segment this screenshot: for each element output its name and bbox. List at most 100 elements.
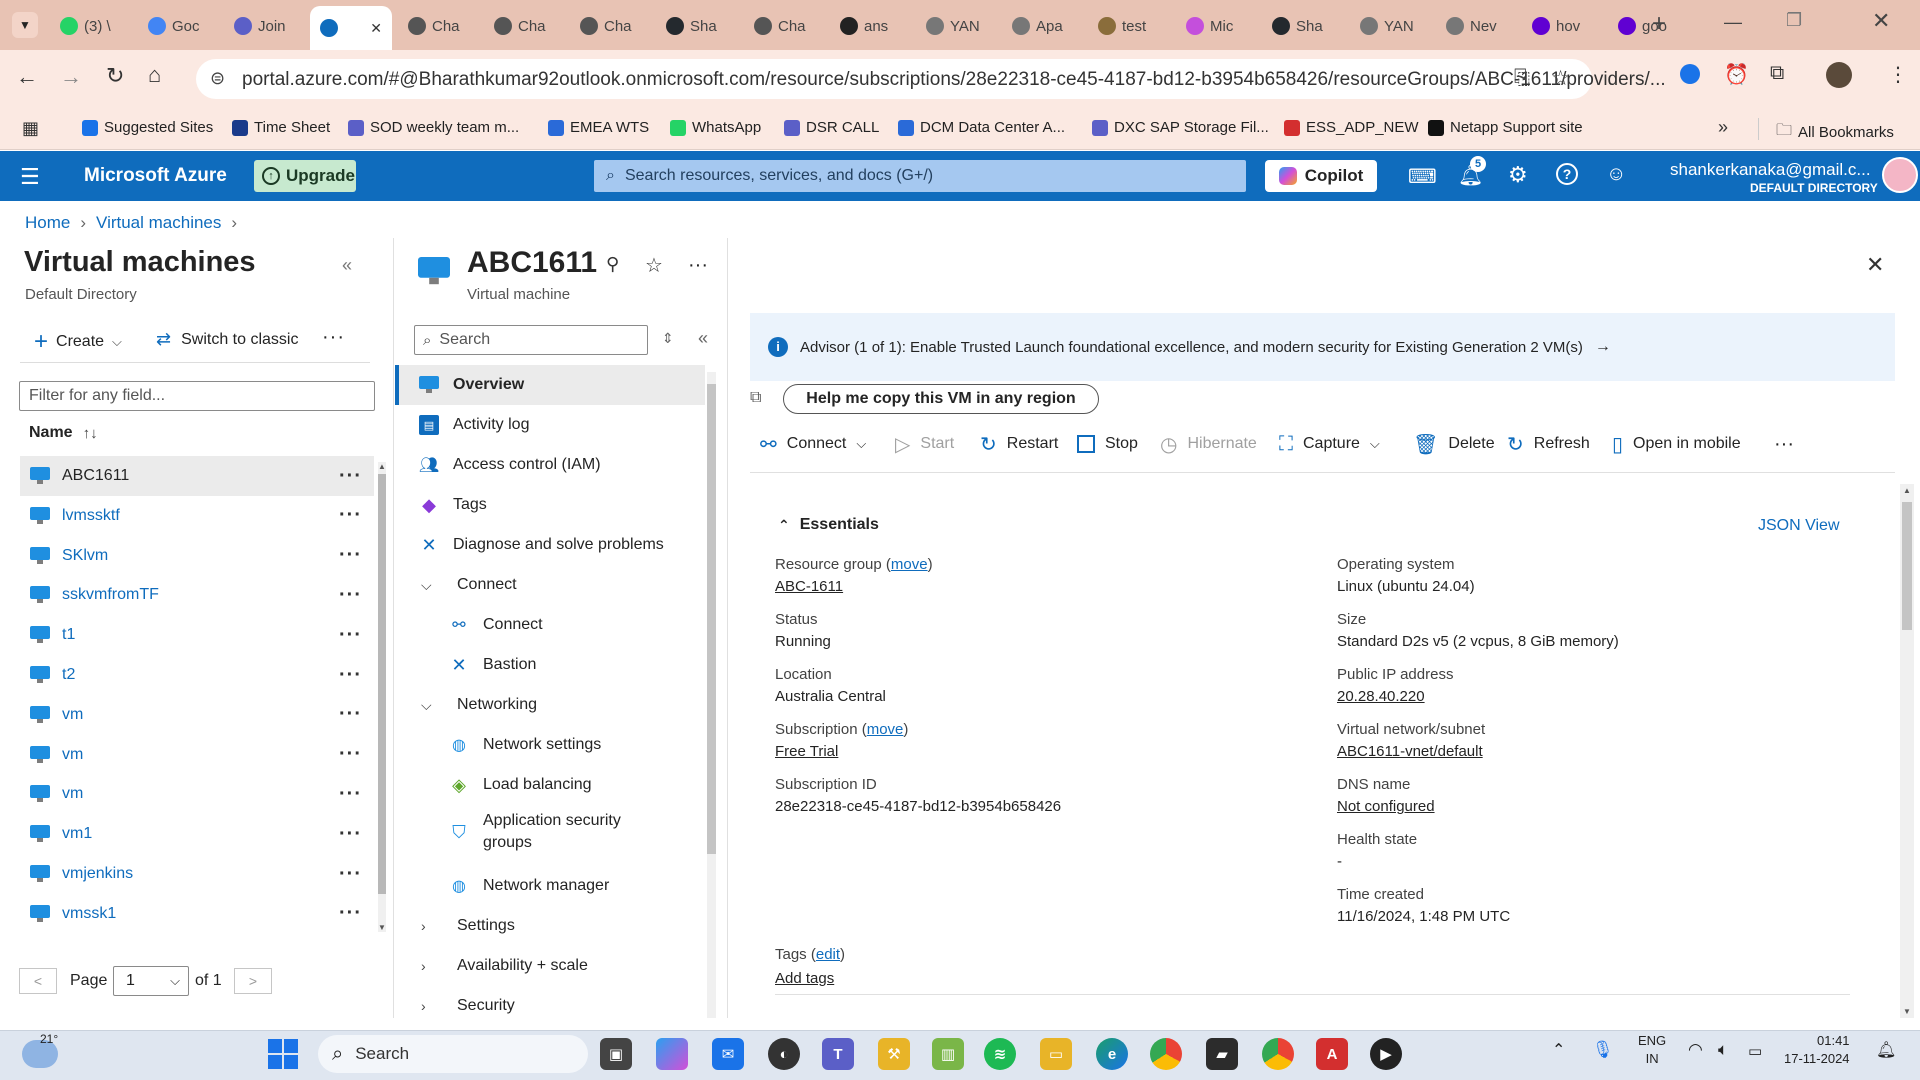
browser-tab[interactable]: ans xyxy=(830,8,914,44)
user-email[interactable]: shankerkanaka@gmail.c... xyxy=(1670,160,1871,180)
pin-icon[interactable]: ⚲ xyxy=(606,254,619,275)
vm-name-link[interactable]: t2 xyxy=(62,666,75,684)
scroll-down-arrow-icon[interactable]: ▼ xyxy=(378,923,386,932)
puzzle-icon[interactable]: ⧉ xyxy=(1770,62,1784,85)
copilot-button[interactable]: Copilot xyxy=(1265,160,1377,192)
browser-tab[interactable]: Nev xyxy=(1436,8,1520,44)
restore-window-icon[interactable]: ❐ xyxy=(1786,10,1802,31)
menu-availability-group[interactable]: › Availability + scale xyxy=(395,946,705,986)
bookmark-item[interactable]: SOD weekly team m... xyxy=(348,119,519,136)
all-bookmarks[interactable]: 🗀 All Bookmarks xyxy=(1776,119,1894,146)
bookmark-item[interactable]: Suggested Sites xyxy=(82,119,213,136)
bookmark-item[interactable]: EMEA WTS xyxy=(548,119,649,136)
vm-name-link[interactable]: SKlvm xyxy=(62,547,108,565)
row-more-options-icon[interactable]: ··· xyxy=(339,544,362,567)
close-window-icon[interactable]: ✕ xyxy=(1872,8,1890,34)
chart-app-icon[interactable]: ▥ xyxy=(932,1038,964,1070)
connect-button[interactable]: ⚯ Connect ⌵ xyxy=(760,430,866,458)
tools-icon[interactable]: ⚒ xyxy=(878,1038,910,1070)
collapse-list-icon[interactable]: « xyxy=(342,255,352,276)
edit-tags-link[interactable]: edit xyxy=(816,946,840,963)
start-icon[interactable] xyxy=(268,1039,298,1069)
browser-tab[interactable]: ✕ xyxy=(310,6,392,50)
filter-input[interactable]: Filter for any field... xyxy=(19,381,375,411)
menu-load-balancing[interactable]: ◈ Load balancing xyxy=(395,765,705,805)
row-more-options-icon[interactable]: ··· xyxy=(339,504,362,527)
menu-access-control[interactable]: 👥︎ Access control (IAM) xyxy=(395,445,705,485)
row-more-options-icon[interactable]: ··· xyxy=(339,703,362,726)
browser-tab[interactable]: goo xyxy=(1608,8,1692,44)
scroll-down-arrow-icon[interactable]: ▼ xyxy=(1903,1007,1911,1016)
menu-activity-log[interactable]: ▤ Activity log xyxy=(395,405,705,445)
menu-network-settings[interactable]: ◍ Network settings xyxy=(395,725,705,765)
vm-name-link[interactable]: vmssk1 xyxy=(62,905,116,923)
reload-icon[interactable]: ↻ xyxy=(106,63,124,89)
timer-extension-icon[interactable]: ⏰ xyxy=(1724,62,1749,87)
menu-scrollbar-thumb[interactable] xyxy=(707,384,716,854)
row-more-options-icon[interactable]: ··· xyxy=(339,902,362,925)
more-bookmarks-icon[interactable]: » xyxy=(1718,117,1728,138)
table-row[interactable]: ABC1611 ··· xyxy=(20,456,374,496)
browser-tab[interactable]: Goc xyxy=(138,8,222,44)
browser-tab[interactable]: Cha xyxy=(484,8,568,44)
vm-name-link[interactable]: ABC1611 xyxy=(62,467,129,485)
terminal-icon[interactable]: ▰ xyxy=(1206,1038,1238,1070)
upgrade-button[interactable]: ↑ Upgrade xyxy=(254,160,356,192)
start-button[interactable]: ▷ Start xyxy=(895,430,954,458)
copilot-taskbar-icon[interactable] xyxy=(656,1038,688,1070)
chrome-icon[interactable] xyxy=(1150,1038,1182,1070)
bookmark-item[interactable]: Netapp Support site xyxy=(1428,119,1583,136)
menu-networking-group[interactable]: ⌵ Networking xyxy=(395,685,705,725)
row-more-options-icon[interactable]: ··· xyxy=(339,584,362,607)
microphone-icon[interactable]: 🎙︎ xyxy=(1592,1040,1614,1060)
spotify-icon[interactable]: ≋ xyxy=(984,1038,1016,1070)
table-row[interactable]: lvmssktf ··· xyxy=(20,496,374,536)
vm-name-link[interactable]: vm xyxy=(62,746,83,764)
pdf-icon[interactable]: A xyxy=(1316,1038,1348,1070)
close-tab-icon[interactable]: ✕ xyxy=(370,20,382,37)
bookmark-item[interactable]: WhatsApp xyxy=(670,119,761,136)
table-row[interactable]: vm ··· xyxy=(20,735,374,775)
teams-icon[interactable]: T xyxy=(822,1038,854,1070)
row-more-options-icon[interactable]: ··· xyxy=(339,823,362,846)
menu-tags[interactable]: ◆ Tags xyxy=(395,485,705,525)
breadcrumb-home[interactable]: Home xyxy=(25,213,70,233)
table-row[interactable]: sskvmfromTF ··· xyxy=(20,575,374,615)
address-bar[interactable]: ⊜ portal.azure.com/#@Bharathkumar92outlo… xyxy=(196,59,1666,99)
row-more-options-icon[interactable]: ··· xyxy=(339,743,362,766)
move-rg-link[interactable]: move xyxy=(891,556,928,573)
menu-overview[interactable]: Overview xyxy=(395,365,705,405)
browser-tab[interactable]: YAN xyxy=(1350,8,1434,44)
bookmark-item[interactable]: DXC SAP Storage Fil... xyxy=(1092,119,1269,136)
language-indicator[interactable]: ENG IN xyxy=(1638,1032,1666,1068)
browser-tab[interactable]: Join xyxy=(224,8,308,44)
cloud-shell-icon[interactable]: ⌨ xyxy=(1408,164,1437,189)
browser-tab[interactable]: Mic xyxy=(1176,8,1260,44)
bookmark-item[interactable]: DSR CALL xyxy=(784,119,879,136)
browser-tab[interactable]: Cha xyxy=(744,8,828,44)
bookmark-item[interactable]: DCM Data Center A... xyxy=(898,119,1065,136)
resource-group-value[interactable]: ABC-1611 xyxy=(775,578,843,595)
subscription-value[interactable]: Free Trial xyxy=(775,743,838,760)
user-avatar[interactable] xyxy=(1882,157,1918,193)
new-tab-button[interactable]: + xyxy=(1652,10,1666,38)
profile-avatar[interactable] xyxy=(1826,62,1852,88)
name-column-header[interactable]: Name ↑↓ xyxy=(29,424,98,442)
menu-connect-group[interactable]: ⌵ Connect xyxy=(395,565,705,605)
breadcrumb-virtual-machines[interactable]: Virtual machines xyxy=(96,213,221,233)
vm-name-link[interactable]: vmjenkins xyxy=(62,865,133,883)
row-more-options-icon[interactable]: ··· xyxy=(339,465,362,488)
vm-name-link[interactable]: lvmssktf xyxy=(62,507,120,525)
menu-search-input[interactable]: ⌕ Search xyxy=(414,325,648,355)
row-more-options-icon[interactable]: ··· xyxy=(339,664,362,687)
close-blade-icon[interactable]: ✕ xyxy=(1866,252,1884,278)
scroll-up-arrow-icon[interactable]: ▲ xyxy=(1903,486,1911,495)
chrome-profile-icon[interactable] xyxy=(1262,1038,1294,1070)
table-row[interactable]: SKlvm ··· xyxy=(20,536,374,576)
bookmark-item[interactable]: Time Sheet xyxy=(232,119,330,136)
table-row[interactable]: t2 ··· xyxy=(20,655,374,695)
menu-security-group[interactable]: › Security xyxy=(395,986,705,1026)
mail-icon[interactable]: ✉ xyxy=(712,1038,744,1070)
browser-tab[interactable]: YAN xyxy=(916,8,1000,44)
hamburger-menu-icon[interactable]: ☰ xyxy=(20,164,40,190)
